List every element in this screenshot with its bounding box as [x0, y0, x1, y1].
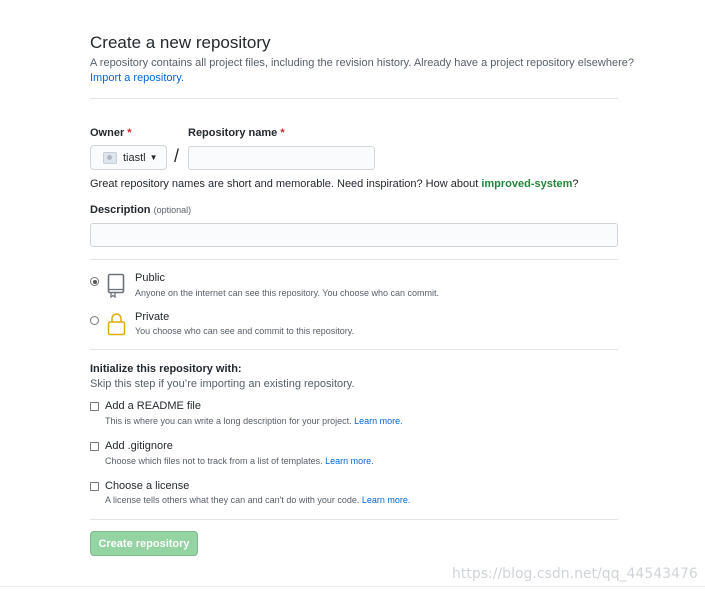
avatar: [103, 151, 117, 164]
divider: [90, 98, 618, 99]
initialize-title: Initialize this repository with:: [90, 363, 242, 375]
hint-suffix: ?: [572, 178, 579, 190]
repo-name-hint: Great repository names are short and mem…: [90, 178, 579, 190]
license-option-title[interactable]: Choose a license: [105, 480, 189, 492]
visibility-public-desc: Anyone on the internet can see this repo…: [135, 288, 440, 298]
divider: [90, 259, 618, 260]
gitignore-learn-more-link[interactable]: Learn more.: [325, 456, 374, 466]
chevron-down-icon: ▼: [149, 153, 158, 162]
repo-name-required-mark: *: [280, 127, 285, 139]
owner-required-mark: *: [127, 127, 132, 139]
page-subtitle: A repository contains all project files,…: [90, 57, 634, 69]
repository-name-input[interactable]: [188, 146, 375, 170]
watermark: https://blog.csdn.net/qq_44543476: [452, 566, 698, 582]
owner-name: tiastl: [123, 151, 146, 164]
visibility-private-title[interactable]: Private: [135, 311, 169, 323]
visibility-public-title[interactable]: Public: [135, 272, 165, 284]
description-optional-mark: (optional): [153, 205, 192, 215]
owner-label-text: Owner: [90, 127, 125, 139]
visibility-private-desc: You choose who can see and commit to thi…: [135, 326, 355, 336]
description-label: Description (optional): [90, 204, 191, 216]
gitignore-option-desc: Choose which files not to track from a l…: [105, 456, 374, 466]
create-repository-button[interactable]: Create repository: [90, 531, 198, 556]
page-bottom-divider: [0, 586, 705, 587]
visibility-public-radio[interactable]: [90, 277, 99, 286]
page-title: Create a new repository: [90, 33, 271, 52]
readme-option-desc: This is where you can write a long descr…: [105, 416, 403, 426]
license-desc-text: A license tells others what they can and…: [105, 495, 360, 505]
divider: [90, 349, 618, 350]
repo-icon: [107, 273, 125, 298]
owner-select-button[interactable]: tiastl ▼: [90, 145, 167, 170]
description-input[interactable]: [90, 223, 618, 247]
initialize-subtitle: Skip this step if you’re importing an ex…: [90, 378, 355, 390]
gitignore-option-title[interactable]: Add .gitignore: [105, 440, 173, 452]
divider: [90, 519, 618, 520]
owner-label: Owner *: [90, 127, 132, 139]
readme-option-title[interactable]: Add a README file: [105, 400, 201, 412]
license-learn-more-link[interactable]: Learn more.: [362, 495, 411, 505]
gitignore-checkbox[interactable]: [90, 442, 99, 451]
lock-icon: [107, 313, 126, 336]
readme-desc-text: This is where you can write a long descr…: [105, 416, 352, 426]
description-label-text: Description: [90, 204, 151, 216]
repo-name-label: Repository name *: [188, 127, 285, 139]
visibility-private-radio[interactable]: [90, 316, 99, 325]
import-repository-link[interactable]: Import a repository.: [90, 72, 184, 84]
owner-repo-separator: /: [174, 146, 180, 166]
repo-name-label-text: Repository name: [188, 127, 278, 139]
gitignore-desc-text: Choose which files not to track from a l…: [105, 456, 323, 466]
readme-checkbox[interactable]: [90, 402, 99, 411]
name-suggestion[interactable]: improved-system: [481, 178, 572, 190]
license-option-desc: A license tells others what they can and…: [105, 495, 410, 505]
readme-learn-more-link[interactable]: Learn more.: [354, 416, 403, 426]
license-checkbox[interactable]: [90, 482, 99, 491]
hint-text: Great repository names are short and mem…: [90, 178, 482, 190]
